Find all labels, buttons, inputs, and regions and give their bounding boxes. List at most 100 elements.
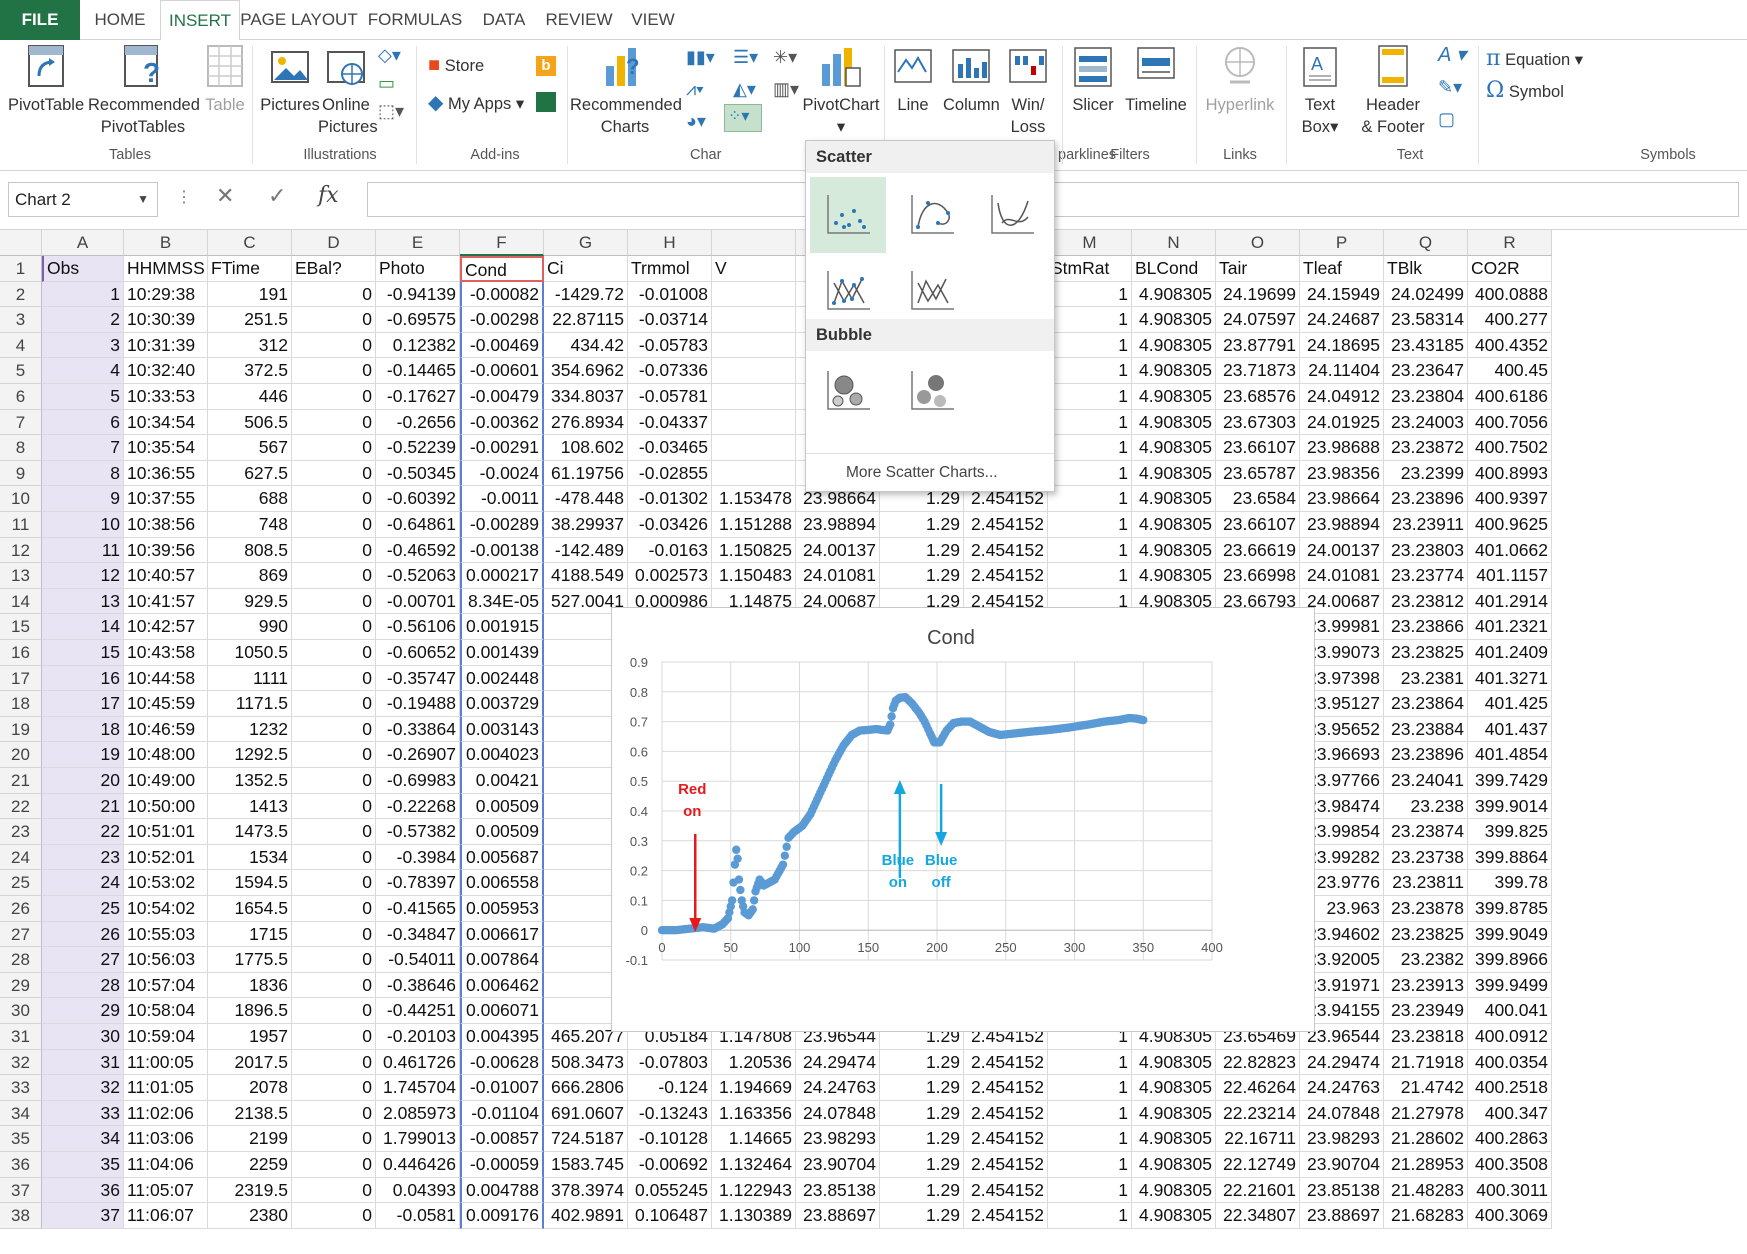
table-cell[interactable]: 1 [1048,358,1132,384]
table-cell[interactable]: 372.5 [208,358,292,384]
table-cell[interactable]: 2.454152 [964,1203,1048,1229]
column-header[interactable]: F [460,230,544,256]
row-header[interactable]: 32 [0,1049,42,1076]
column-header[interactable]: G [544,230,628,256]
table-cell[interactable]: 0.004395 [460,1024,544,1050]
header-cell[interactable]: HHMMSS [124,256,208,282]
header-cell[interactable]: Cond [460,256,544,282]
table-cell[interactable]: -0.00628 [460,1049,544,1076]
table-cell[interactable]: 11:06:07 [124,1203,208,1229]
table-cell[interactable]: 0 [292,870,376,896]
table-cell[interactable]: 401.3271 [1468,665,1552,692]
table-cell[interactable]: 23.98293 [796,1126,880,1152]
table-cell[interactable]: 1.29 [880,1177,964,1204]
table-cell[interactable]: 23.98356 [1300,460,1384,487]
table-cell[interactable]: 0 [292,435,376,461]
table-cell[interactable] [712,358,796,384]
table-cell[interactable]: 10:52:01 [124,844,208,871]
table-cell[interactable]: 0.006617 [460,921,544,948]
table-cell[interactable]: 0 [292,896,376,922]
table-cell[interactable]: -0.05783 [628,332,712,359]
table-cell[interactable]: 24.01081 [796,563,880,589]
column-header[interactable]: C [208,230,292,256]
table-cell[interactable]: 0 [292,281,376,308]
table-cell[interactable]: 22.87115 [544,307,628,333]
table-cell[interactable]: 0.002448 [460,665,544,692]
table-cell[interactable]: 11 [42,537,124,564]
table-cell[interactable]: 23.58314 [1384,307,1468,333]
column-header[interactable]: P [1300,230,1384,256]
table-cell[interactable]: 1171.5 [208,691,292,717]
table-cell[interactable]: 23.68576 [1216,384,1300,410]
table-cell[interactable]: 4.908305 [1132,435,1216,461]
table-cell[interactable]: -0.41565 [376,896,460,922]
row-header[interactable]: 29 [0,972,42,999]
table-cell[interactable]: 0 [292,588,376,615]
row-header[interactable]: 14 [0,588,42,615]
column-header[interactable]: Q [1384,230,1468,256]
table-cell[interactable]: 0 [292,947,376,973]
header-cell[interactable]: TBlk [1384,256,1468,282]
table-cell[interactable]: 24.01081 [1300,563,1384,589]
table-cell[interactable]: 23.66107 [1216,512,1300,538]
table-cell[interactable]: -0.33864 [376,716,460,743]
table-cell[interactable]: -0.44251 [376,998,460,1024]
table-cell[interactable]: 400.4352 [1468,332,1552,359]
tab-data[interactable]: DATA [474,0,534,40]
shapes-button[interactable]: ◇▾ [378,44,401,67]
pivotchart-button[interactable]: PivotChart ▾ [802,44,880,138]
hierarchy-chart-button[interactable]: ✳▾ [773,46,797,69]
table-cell[interactable]: -0.0011 [460,486,544,512]
table-cell[interactable]: 1 [1048,281,1132,308]
table-cell[interactable]: 23.85138 [796,1177,880,1204]
table-cell[interactable]: 251.5 [208,307,292,333]
table-cell[interactable]: 0 [292,563,376,589]
table-cell[interactable]: 24.24687 [1300,307,1384,333]
table-cell[interactable]: -0.07336 [628,358,712,384]
table-cell[interactable]: 446 [208,384,292,410]
table-cell[interactable]: 400.0888 [1468,281,1552,308]
table-cell[interactable]: 2.454152 [964,1049,1048,1076]
row-header[interactable]: 33 [0,1075,42,1101]
table-cell[interactable]: 24.02499 [1384,281,1468,308]
table-cell[interactable]: 27 [42,947,124,973]
table-cell[interactable]: 627.5 [208,460,292,487]
table-cell[interactable]: 1 [1048,307,1132,333]
table-cell[interactable]: 0.00509 [460,793,544,820]
table-cell[interactable]: 401.4854 [1468,742,1552,768]
row-header[interactable]: 9 [0,460,42,487]
table-cell[interactable]: 10:31:39 [124,332,208,359]
enter-icon[interactable]: ✓ [268,183,286,209]
row-header[interactable]: 38 [0,1203,42,1229]
table-cell[interactable]: 23.88697 [796,1203,880,1229]
table-cell[interactable]: 1.29 [880,1203,964,1229]
table-cell[interactable]: 4.908305 [1132,1126,1216,1152]
table-cell[interactable]: 1.29 [880,1049,964,1076]
table-cell[interactable]: 1.150825 [712,537,796,564]
table-cell[interactable]: -0.57382 [376,819,460,845]
table-cell[interactable]: 1.745704 [376,1075,460,1101]
table-cell[interactable]: 23.67303 [1216,409,1300,436]
tab-file[interactable]: FILE [0,0,80,40]
table-cell[interactable]: 0 [292,332,376,359]
table-cell[interactable]: 10:46:59 [124,716,208,743]
row-header[interactable]: 10 [0,486,42,512]
row-header[interactable]: 37 [0,1177,42,1204]
table-cell[interactable]: 4.908305 [1132,486,1216,512]
scatter-smooth-markers-option[interactable] [894,177,970,253]
table-cell[interactable]: -0.0581 [376,1203,460,1229]
table-cell[interactable]: 22.46264 [1216,1075,1300,1101]
table-cell[interactable]: 22 [42,819,124,845]
pie-chart-button[interactable]: ◕▾ [686,110,706,133]
table-cell[interactable]: 10:54:02 [124,896,208,922]
table-cell[interactable]: 8 [42,460,124,487]
table-cell[interactable]: 21.28602 [1384,1126,1468,1152]
table-cell[interactable]: 0 [292,768,376,794]
table-cell[interactable]: 399.8864 [1468,844,1552,871]
column-header[interactable] [712,230,796,256]
table-cell[interactable]: 0.005687 [460,844,544,871]
table-cell[interactable]: 1352.5 [208,768,292,794]
table-cell[interactable]: 1 [1048,537,1132,564]
table-cell[interactable]: 400.9397 [1468,486,1552,512]
table-cell[interactable]: -0.00298 [460,307,544,333]
